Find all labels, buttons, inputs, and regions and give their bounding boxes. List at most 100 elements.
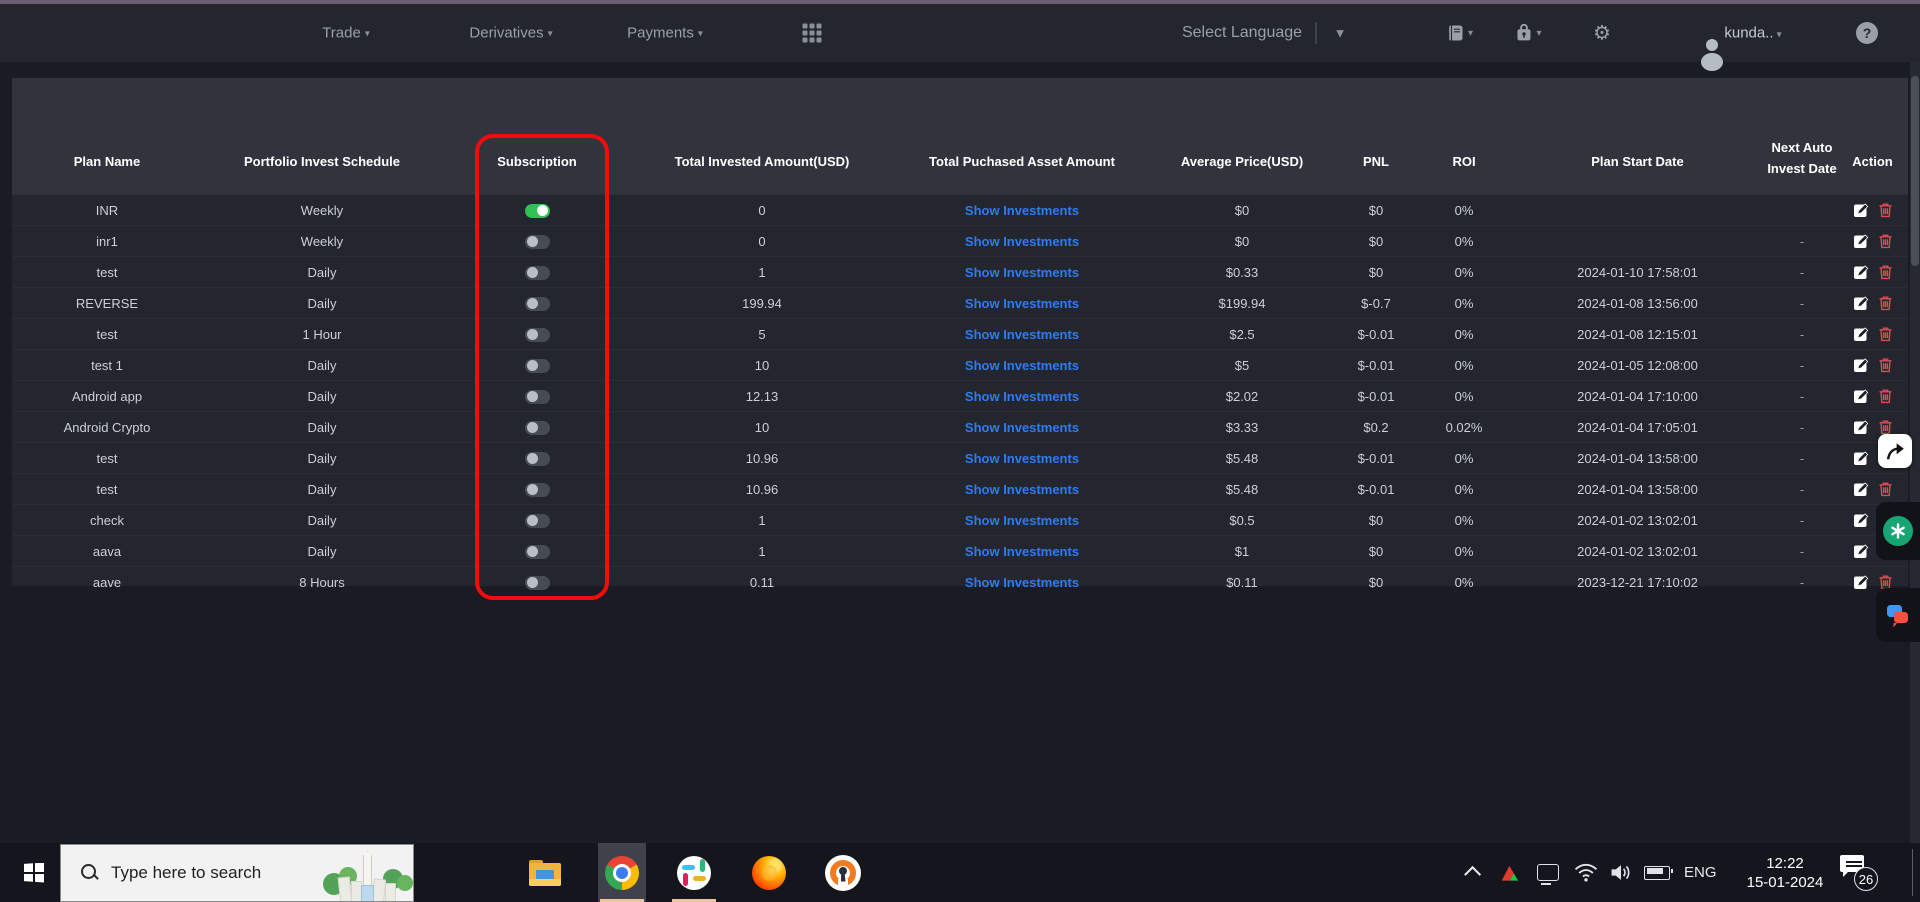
show-investments-link[interactable]: Show Investments xyxy=(965,327,1079,342)
tray-battery[interactable] xyxy=(1641,843,1673,902)
show-investments-link[interactable]: Show Investments xyxy=(965,296,1079,311)
edit-button[interactable] xyxy=(1853,574,1869,590)
edit-button[interactable] xyxy=(1853,357,1869,373)
delete-button[interactable] xyxy=(1878,481,1893,497)
tray-volume[interactable] xyxy=(1607,843,1635,902)
file-explorer-icon xyxy=(529,859,561,886)
wallet-icon xyxy=(1517,23,1531,41)
show-investments-link[interactable]: Show Investments xyxy=(965,389,1079,404)
cell-pnl: $-0.01 xyxy=(1357,481,1395,497)
edit-button[interactable] xyxy=(1853,543,1869,559)
edit-button[interactable] xyxy=(1853,264,1869,280)
taskbar-file-explorer[interactable] xyxy=(521,843,569,902)
edit-button[interactable] xyxy=(1853,512,1869,528)
cell-invest-schedule: 8 Hours xyxy=(299,574,345,590)
taskbar-firefox[interactable] xyxy=(745,843,793,902)
language-dropdown-icon[interactable]: ▼ xyxy=(1334,26,1347,41)
show-desktop-button[interactable] xyxy=(1913,843,1920,902)
edit-button[interactable] xyxy=(1853,450,1869,466)
taskbar-slack[interactable] xyxy=(670,843,718,902)
chatgpt-icon xyxy=(1883,516,1913,546)
chat-extension-button[interactable] xyxy=(1876,588,1920,642)
show-investments-link[interactable]: Show Investments xyxy=(965,203,1079,218)
gear-icon[interactable]: ⚙ xyxy=(1593,21,1611,46)
cell-average-price: $3.33 xyxy=(1225,419,1259,435)
cell-plan-name: check xyxy=(90,512,124,528)
cell-actions xyxy=(1837,357,1908,373)
cell-pnl: $0 xyxy=(1368,264,1384,280)
delete-button[interactable] xyxy=(1878,264,1893,280)
cell-invest-schedule: 1 Hour xyxy=(302,326,342,342)
delete-button[interactable] xyxy=(1878,419,1893,435)
nav-item-derivatives[interactable]: Derivatives ▾ xyxy=(469,25,552,42)
mountain-arrow-icon xyxy=(1501,865,1519,881)
tray-tablet-mode[interactable] xyxy=(1535,843,1561,902)
taskbar-chrome[interactable] xyxy=(598,843,646,902)
taskbar-search[interactable]: Type here to search xyxy=(60,844,414,902)
header-plan-name: Plan Name xyxy=(73,154,141,169)
cell-average-price: $5.48 xyxy=(1225,481,1259,497)
delete-button[interactable] xyxy=(1878,295,1893,311)
edit-button[interactable] xyxy=(1853,295,1869,311)
delete-button[interactable] xyxy=(1878,357,1893,373)
help-icon[interactable]: ? xyxy=(1856,22,1878,44)
nav-item-trade[interactable]: Trade ▾ xyxy=(322,25,370,42)
nav-item-payments[interactable]: Payments ▾ xyxy=(627,25,703,42)
cell-pnl: $-0.7 xyxy=(1361,295,1391,311)
table-row: INR Weekly 0 Show Investments $0 $0 0% xyxy=(12,194,1908,225)
cell-plan-start-date: 2024-01-10 17:58:01 xyxy=(1577,264,1698,280)
notification-center[interactable]: 26 xyxy=(1838,853,1878,893)
tray-app-icon[interactable] xyxy=(1498,843,1524,902)
delete-button[interactable] xyxy=(1878,233,1893,249)
cell-average-price: $5.48 xyxy=(1225,450,1259,466)
chevron-down-icon: ▾ xyxy=(697,28,703,40)
header-purchased-asset: Total Puchased Asset Amount xyxy=(929,154,1115,169)
show-investments-link[interactable]: Show Investments xyxy=(965,513,1079,528)
taskbar-openvpn[interactable] xyxy=(819,843,867,902)
chatgpt-extension-button[interactable] xyxy=(1876,502,1920,560)
show-investments-link[interactable]: Show Investments xyxy=(965,420,1079,435)
edit-button[interactable] xyxy=(1853,388,1869,404)
edit-button[interactable] xyxy=(1853,326,1869,342)
show-investments-link[interactable]: Show Investments xyxy=(965,234,1079,249)
tray-clock[interactable]: 12:22 15-01-2024 xyxy=(1735,843,1835,902)
delete-button[interactable] xyxy=(1878,202,1893,218)
cell-roi: 0% xyxy=(1454,574,1474,590)
cell-total-invested: 12.13 xyxy=(745,388,779,404)
trash-icon xyxy=(1879,265,1891,280)
show-investments-link[interactable]: Show Investments xyxy=(965,358,1079,373)
show-investments-link[interactable]: Show Investments xyxy=(965,265,1079,280)
tablet-icon xyxy=(1537,864,1559,885)
edit-button[interactable] xyxy=(1853,419,1869,435)
cell-total-invested: 1 xyxy=(758,264,766,280)
show-investments-link[interactable]: Show Investments xyxy=(965,482,1079,497)
show-investments-link[interactable]: Show Investments xyxy=(965,451,1079,466)
cell-total-invested: 1 xyxy=(758,543,766,559)
show-investments-link[interactable]: Show Investments xyxy=(965,575,1079,590)
cell-purchased-asset: Show Investments xyxy=(892,513,1152,528)
cell-purchased-asset: Show Investments xyxy=(892,389,1152,404)
tray-expand-button[interactable] xyxy=(1461,843,1487,902)
show-investments-link[interactable]: Show Investments xyxy=(965,544,1079,559)
search-icon xyxy=(81,864,99,882)
edit-button[interactable] xyxy=(1853,202,1869,218)
delete-button[interactable] xyxy=(1878,388,1893,404)
delete-button[interactable] xyxy=(1878,326,1893,342)
share-float-button[interactable] xyxy=(1878,434,1912,468)
cell-pnl: $0 xyxy=(1368,233,1384,249)
scrollbar-thumb[interactable] xyxy=(1911,76,1919,266)
apps-grid-icon[interactable] xyxy=(802,23,822,43)
cell-invest-schedule: Weekly xyxy=(300,202,344,218)
tray-network[interactable] xyxy=(1572,843,1600,902)
edit-button[interactable] xyxy=(1853,481,1869,497)
cell-purchased-asset: Show Investments xyxy=(892,358,1152,373)
tray-language[interactable]: ENG xyxy=(1684,843,1717,902)
table-header-row: Plan Name Portfolio Invest Schedule Subs… xyxy=(12,78,1908,194)
orders-book-menu[interactable]: ▾ xyxy=(1447,24,1473,42)
table-row: test Daily 10.96 Show Investments $5.48 … xyxy=(12,473,1908,504)
user-menu[interactable]: kunda.. ▾ xyxy=(1724,25,1781,42)
edit-button[interactable] xyxy=(1853,233,1869,249)
windows-start-button[interactable] xyxy=(12,843,56,902)
wallet-menu[interactable]: ▾ xyxy=(1514,23,1542,43)
select-language[interactable]: Select Language xyxy=(1182,24,1302,42)
